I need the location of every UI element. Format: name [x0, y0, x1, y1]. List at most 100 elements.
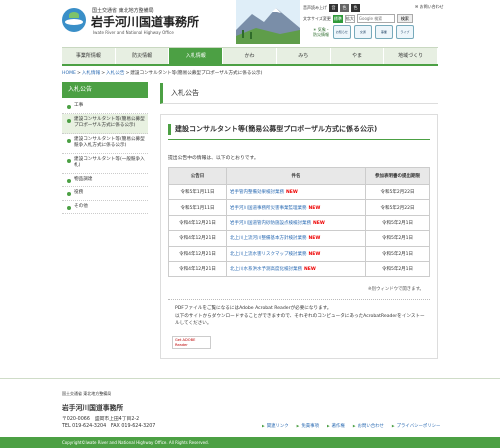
column-header-deadline: 参加表明書の提出期限	[365, 167, 430, 185]
header-inquiry-link[interactable]: ✉ お問い合わせ	[415, 4, 444, 10]
row-date: 令和4年12月21日	[168, 260, 227, 278]
breadcrumb-notices[interactable]: 入札公告	[106, 70, 124, 76]
site-subtitle: Iwate River and National Highway Office	[93, 30, 174, 35]
row-date: 令和4年12月21日	[168, 230, 227, 247]
table-row: 令和4年12月21日 北上川水系洪水予測高度化検討業務 NEW 令和5年2月1日	[168, 260, 430, 278]
inquiry-label: お問い合わせ	[419, 4, 444, 9]
page-title-bar	[160, 83, 438, 104]
table-row: 令和4年12月21日 岩手河川国道管内砂防施設点検検討業務 NEW 令和5年2月1…	[168, 214, 430, 232]
sidebar-item-consultant-general[interactable]: 建設コンサルタント等(一般競争入札)	[62, 153, 148, 174]
traffic-icon[interactable]: 交通	[353, 25, 372, 39]
row-date: 令和5年1月11日	[168, 183, 227, 201]
nav-disaster-info[interactable]: 防災情報	[116, 48, 170, 64]
color-button-2[interactable]: 色	[351, 4, 360, 12]
global-nav: 事業所情報 防災情報 入札情報 かわ みち やま 地域づくり	[62, 47, 439, 66]
row-date: 令和4年12月21日	[168, 214, 227, 232]
text-size-large-button[interactable]: 拡大	[344, 14, 355, 23]
nav-community[interactable]: 地域づくり	[384, 48, 439, 64]
sidebar-item-consultant-competitive[interactable]: 建設コンサルタント等(簡易公募型競争入札方式に係る公示)	[62, 133, 148, 154]
breadcrumb-home[interactable]: HOME	[62, 71, 76, 76]
footer-link-inquiry[interactable]: お問い合わせ	[353, 423, 384, 429]
column-header-date: 公告日	[168, 167, 227, 185]
live-camera-icon[interactable]: ライブ	[395, 25, 414, 39]
office-logo-icon[interactable]	[62, 8, 86, 32]
search-input[interactable]	[356, 14, 395, 23]
audio-button[interactable]: 音	[329, 4, 338, 12]
row-deadline: 令和5年2月22日	[365, 199, 430, 216]
footer-links: 関連リンク 免責事項 著作権 お問い合わせ プライバシーポリシー	[262, 423, 441, 429]
row-title-link[interactable]: 北上川水系洪水予測高度化検討業務	[230, 267, 302, 272]
row-deadline: 令和5年2月1日	[365, 245, 430, 262]
footer-address: 〒020-0066 盛岡市上田4丁目2-2 TEL 019-624-3204 F…	[62, 417, 155, 430]
row-deadline: 令和5年2月1日	[365, 214, 430, 232]
new-badge: NEW	[304, 267, 316, 273]
column-header-name: 件名	[226, 167, 366, 185]
sidebar-item-construction[interactable]: 工事	[62, 100, 148, 114]
nav-bidding-info[interactable]: 入札情報	[169, 48, 224, 64]
row-title-link[interactable]: 岩手管内整備効果検討業務	[230, 190, 284, 195]
row-title-link[interactable]: 岩手河川国道管内砂防施設点検検討業務	[230, 221, 311, 226]
site-header: 国土交通省 東北地方整備局 岩手河川国道事務所 Iwate River and …	[0, 0, 500, 44]
breadcrumb-current: 建設コンサルタント等(簡易公募型プロポーザル方式に係る公示)	[130, 71, 263, 76]
header-tools: 音声読み上げ 音 色 色	[303, 4, 360, 12]
text-size-standard-button[interactable]: 標準	[332, 14, 343, 23]
site-title[interactable]: 岩手河川国道事務所	[91, 13, 199, 30]
row-title-link[interactable]: 北上川上流水害リスクマップ検討業務	[230, 252, 307, 257]
sidebar-item-services[interactable]: 役務	[62, 187, 148, 201]
news-icon[interactable]: お知らせ	[332, 25, 351, 39]
new-badge: NEW	[308, 236, 321, 242]
breadcrumb: HOME > 入札情報 > 入札公告 > 建設コンサルタント等(簡易公募型プロポ…	[62, 69, 438, 77]
pdf-notice-line-2: 以下のサイトからダウンロードすることができますので、それぞれのコンピュータにあっ…	[175, 313, 425, 327]
row-deadline: 令和5年2月22日	[365, 183, 430, 201]
row-title-link[interactable]: 岩手河川国道事務所災害事業監理業務	[230, 206, 307, 211]
sidebar-heading: 入札公告	[62, 82, 148, 98]
chevron-right-icon: >	[76, 70, 81, 76]
footer-org-small: 国土交通省 東北地方整備局	[62, 391, 112, 396]
row-deadline: 令和5年2月1日	[365, 260, 430, 278]
text-size-search: 文字サイズ変更 標準 拡大 検索	[303, 14, 413, 23]
table-row: 令和4年12月21日 北上川上流水害リスクマップ検討業務 NEW 令和5年2月1日	[168, 245, 430, 262]
new-badge: NEW	[313, 220, 325, 226]
intro-text: 提出公告中の情報は、以下のとおりです。	[168, 156, 259, 161]
row-deadline: 令和5年2月1日	[365, 230, 430, 247]
pdf-notice-line-1: PDFファイルをご覧になるにはAdobe Acrobat Readerが必要にな…	[175, 306, 332, 311]
header-quick-icons: ☀ 気象・ 防災情報 お知らせ 交通 事業 ライブ	[313, 25, 414, 39]
weather-label-2: 防災情報	[313, 32, 329, 37]
sidebar-item-other[interactable]: その他	[62, 200, 148, 214]
new-window-note: ※別ウィンドウで開きます。	[368, 287, 424, 292]
sidebar: 入札公告 工事 建設コンサルタント等(簡易公募型プロポーザル方式に係る公示) 建…	[62, 82, 148, 214]
page-title: 入札公告	[171, 89, 199, 97]
search-button[interactable]: 検索	[396, 14, 413, 23]
footer-link-privacy[interactable]: プライバシーポリシー	[392, 423, 441, 429]
sidebar-item-consultant-proposal[interactable]: 建設コンサルタント等(簡易公募型プロポーザル方式に係る公示)	[62, 113, 148, 134]
row-title-link[interactable]: 北上川上流河川整備基本方針検討業務	[230, 236, 307, 241]
footer-tel: TEL 019-624-3204 FAX 019-624-3207	[62, 423, 156, 429]
footer-divider	[0, 378, 500, 379]
sidebar-item-procurement[interactable]: 物品調達	[62, 173, 148, 187]
mountain-banner-image	[236, 0, 300, 44]
chevron-right-icon: >	[125, 70, 130, 76]
project-icon[interactable]: 事業	[374, 25, 393, 39]
footer-link-disclaimer[interactable]: 免責事項	[297, 423, 319, 429]
adobe-reader-badge[interactable]: Get ADOBE Reader	[172, 336, 211, 349]
weather-link[interactable]: ☀ 気象・ 防災情報	[313, 27, 330, 37]
new-badge: NEW	[286, 190, 298, 196]
breadcrumb-bidding[interactable]: 入札情報	[82, 70, 100, 76]
audio-label: 音声読み上げ	[303, 5, 327, 10]
table-row: 令和5年1月11日 岩手河川国道事務所災害事業監理業務 NEW 令和5年2月22日	[168, 199, 430, 216]
row-date: 令和4年12月21日	[168, 245, 227, 262]
new-badge: NEW	[308, 205, 321, 211]
nav-roads[interactable]: みち	[277, 48, 331, 64]
section-divider	[168, 139, 430, 140]
nav-mountains[interactable]: やま	[331, 48, 385, 64]
nav-office-info[interactable]: 事業所情報	[62, 48, 116, 64]
footer-link-related[interactable]: 関連リンク	[262, 423, 289, 429]
pdf-notice-text: PDFファイルをご覧になるにはAdobe Acrobat Readerが必要にな…	[175, 305, 425, 328]
text-size-label: 文字サイズ変更	[303, 15, 331, 21]
table-row: 令和5年1月11日 岩手管内整備効果検討業務 NEW 令和5年2月22日	[168, 183, 430, 201]
color-button-1[interactable]: 色	[340, 4, 349, 12]
mail-icon: ✉	[415, 4, 419, 9]
chevron-right-icon: >	[101, 70, 106, 76]
nav-rivers[interactable]: かわ	[223, 48, 277, 64]
footer-link-copyright[interactable]: 著作権	[327, 423, 345, 429]
